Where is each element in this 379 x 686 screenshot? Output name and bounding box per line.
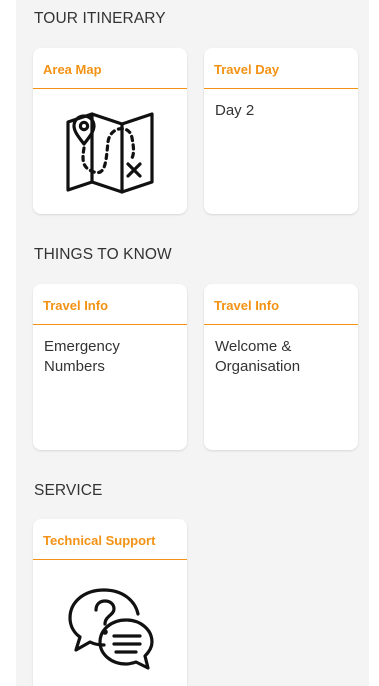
right-edge-strip (369, 0, 379, 686)
body-line: Welcome & (215, 338, 292, 355)
card-body-welcome-organisation: Welcome & Organisation (204, 325, 358, 377)
card-technical-support[interactable]: Technical Support (33, 519, 187, 686)
section-title-tour-itinerary: TOUR ITINERARY (34, 10, 166, 27)
card-header-travel-day: Travel Day (204, 48, 358, 89)
card-emergency-numbers[interactable]: Travel Info Emergency Numbers (33, 284, 187, 450)
travel-day-value: Day 2 (215, 102, 255, 119)
card-welcome-organisation[interactable]: Travel Info Welcome & Organisation (204, 284, 358, 450)
card-header-area-map: Area Map (33, 48, 187, 89)
card-area-map[interactable]: Area Map (33, 48, 187, 214)
card-header-technical-support: Technical Support (33, 519, 187, 560)
body-line: Organisation (215, 358, 301, 375)
section-title-things-to-know: THINGS TO KNOW (34, 246, 172, 263)
body-line: Emergency (44, 338, 120, 355)
card-travel-day[interactable]: Travel Day Day 2 (204, 48, 358, 214)
folded-map-route-icon (33, 90, 187, 214)
card-header-travel-info-2: Travel Info (204, 284, 358, 325)
chat-question-bubbles-icon (33, 561, 187, 686)
section-title-service: SERVICE (34, 482, 103, 499)
card-header-travel-info-1: Travel Info (33, 284, 187, 325)
card-body-emergency-numbers: Emergency Numbers (33, 325, 187, 377)
body-line: Numbers (44, 358, 105, 375)
